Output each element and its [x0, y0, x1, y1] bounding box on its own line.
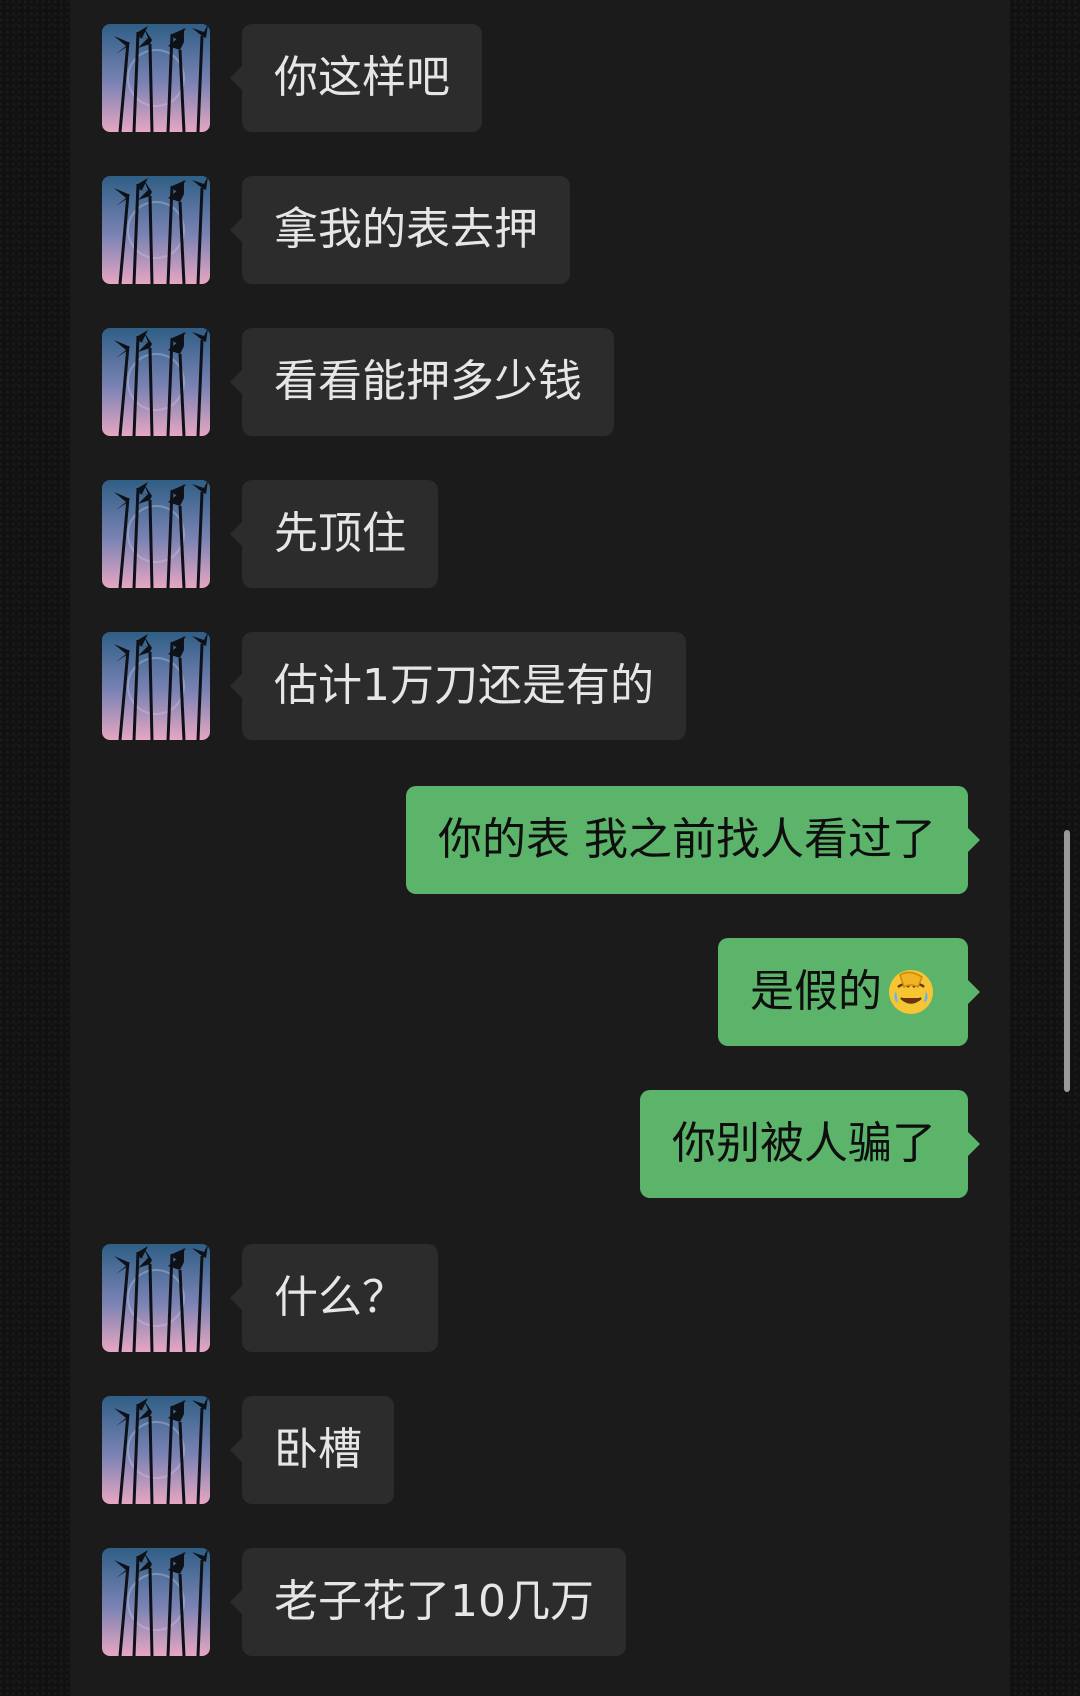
outgoing-message-bubble[interactable]: 你别被人骗了 [640, 1090, 980, 1198]
palm-tree-avatar-icon [102, 480, 210, 588]
palm-tree-avatar-icon [102, 1548, 210, 1656]
face-palm-crying-emoji-icon [889, 970, 933, 1014]
scrollbar[interactable] [1064, 830, 1070, 1092]
incoming-message-bubble[interactable]: 卧槽 [230, 1396, 394, 1504]
outgoing-message-bubble[interactable]: 是假的 [718, 938, 980, 1046]
outgoing-message-text: 是假的 [750, 966, 882, 1017]
message-row-outgoing: 是假的 [70, 938, 1010, 1046]
contact-avatar[interactable] [102, 1244, 210, 1352]
chat-area: 你这样吧 拿我的表去押 看看能押多少钱 先顶住 估计1万刀还是有的 你的表 我之… [70, 0, 1010, 1696]
incoming-message-bubble[interactable]: 先顶住 [230, 480, 438, 588]
contact-avatar[interactable] [102, 176, 210, 284]
message-row-outgoing: 你的表 我之前找人看过了 [70, 786, 1010, 894]
message-row-incoming: 什么？ [70, 1244, 1010, 1352]
incoming-message-bubble[interactable]: 估计1万刀还是有的 [230, 632, 686, 740]
contact-avatar[interactable] [102, 24, 210, 132]
contact-avatar[interactable] [102, 480, 210, 588]
incoming-message-bubble[interactable]: 看看能押多少钱 [230, 328, 614, 436]
contact-avatar[interactable] [102, 1396, 210, 1504]
contact-avatar[interactable] [102, 328, 210, 436]
message-row-incoming: 卧槽 [70, 1396, 1010, 1504]
outgoing-message-bubble[interactable]: 你的表 我之前找人看过了 [406, 786, 980, 894]
message-row-incoming: 老子花了10几万 [70, 1548, 1010, 1656]
palm-tree-avatar-icon [102, 176, 210, 284]
incoming-message-bubble[interactable]: 什么？ [230, 1244, 438, 1352]
contact-avatar[interactable] [102, 632, 210, 740]
incoming-message-bubble[interactable]: 拿我的表去押 [230, 176, 570, 284]
palm-tree-avatar-icon [102, 632, 210, 740]
palm-tree-avatar-icon [102, 328, 210, 436]
incoming-message-bubble[interactable]: 你这样吧 [230, 24, 482, 132]
message-row-outgoing: 你别被人骗了 [70, 1090, 1010, 1198]
message-row-incoming: 看看能押多少钱 [70, 328, 1010, 436]
palm-tree-avatar-icon [102, 1396, 210, 1504]
contact-avatar[interactable] [102, 1548, 210, 1656]
message-row-incoming: 你这样吧 [70, 24, 1010, 132]
message-row-incoming: 估计1万刀还是有的 [70, 632, 1010, 740]
palm-tree-avatar-icon [102, 24, 210, 132]
incoming-message-bubble[interactable]: 老子花了10几万 [230, 1548, 626, 1656]
message-row-incoming: 拿我的表去押 [70, 176, 1010, 284]
palm-tree-avatar-icon [102, 1244, 210, 1352]
screen: 你这样吧 拿我的表去押 看看能押多少钱 先顶住 估计1万刀还是有的 你的表 我之… [0, 0, 1080, 1696]
message-row-incoming: 先顶住 [70, 480, 1010, 588]
